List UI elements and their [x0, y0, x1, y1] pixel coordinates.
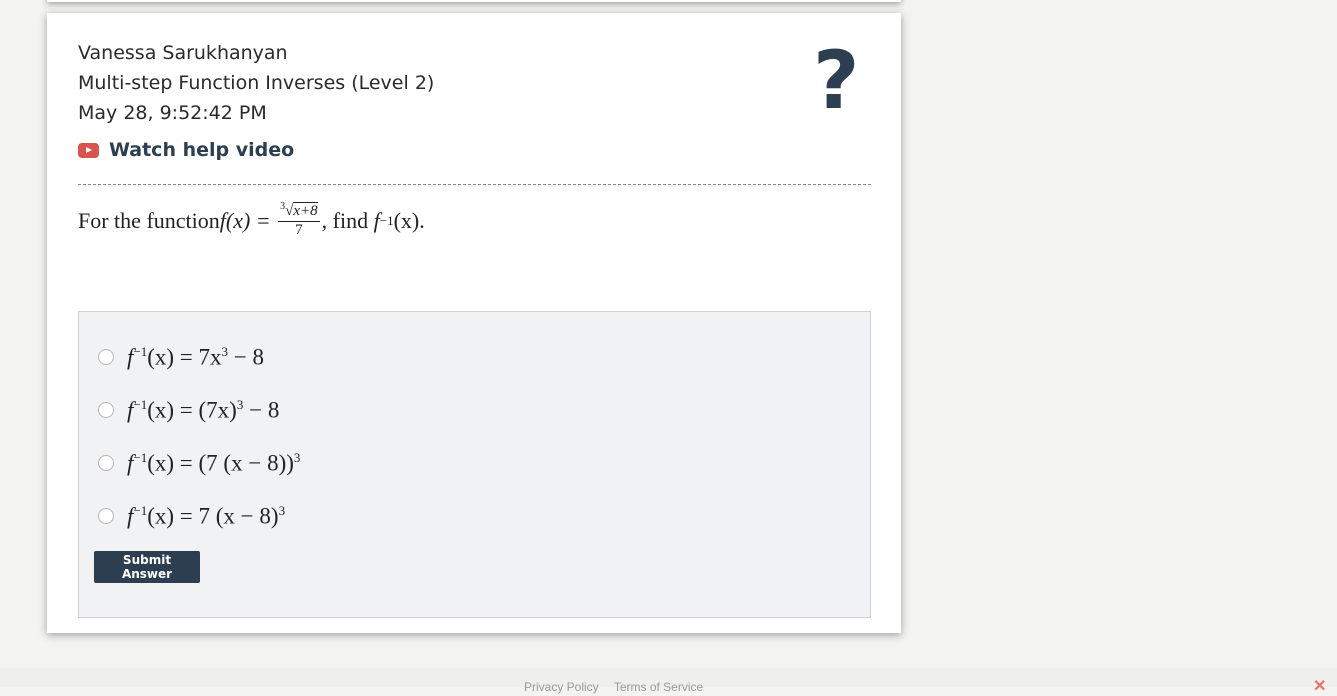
choice-label: f−1(x) = 7 (x − 8)3: [127, 503, 286, 529]
fraction-denominator: 7: [295, 222, 303, 238]
choice-label: f−1(x) = 7x3 − 8: [127, 344, 265, 370]
choice-label: f−1(x) = (7 (x − 8))3: [127, 450, 301, 476]
previous-card: [47, 0, 901, 2]
question-fraction: 3√x+8 7: [278, 201, 320, 238]
fraction-numerator: 3√x+8: [278, 201, 320, 222]
question-target-tail: (x).: [393, 207, 425, 233]
assignment-title: Multi-step Function Inverses (Level 2): [78, 72, 435, 94]
question-prefix: For the function: [78, 207, 220, 233]
question-text: For the function f(x) = 3√x+8 7 , find f…: [78, 201, 425, 238]
timestamp: May 28, 9:52:42 PM: [78, 102, 267, 124]
privacy-policy-link[interactable]: Privacy Policy: [524, 680, 599, 694]
submit-answer-button[interactable]: Submit Answer: [94, 551, 200, 583]
question-mid: , find: [321, 207, 374, 233]
radio-button[interactable]: [98, 455, 114, 472]
root-index: 3: [280, 201, 286, 212]
question-target-exp: −1: [379, 212, 394, 228]
watch-help-video-label: Watch help video: [109, 139, 295, 161]
watch-help-video-link[interactable]: Watch help video: [78, 139, 294, 161]
radicand: x+8: [293, 202, 318, 219]
student-name: Vanessa Sarukhanyan: [78, 42, 288, 64]
close-icon[interactable]: ✕: [1313, 676, 1326, 696]
choice-label: f−1(x) = (7x)3 − 8: [127, 397, 280, 423]
choice-4[interactable]: f−1(x) = 7 (x − 8)3: [98, 503, 285, 530]
radio-button[interactable]: [98, 402, 114, 419]
radio-button[interactable]: [98, 508, 114, 525]
problem-info: Vanessa Sarukhanyan Multi-step Function …: [78, 38, 434, 128]
terms-of-service-link[interactable]: Terms of Service: [614, 680, 703, 694]
question-lhs: f(x) =: [219, 207, 277, 233]
question-mark-icon[interactable]: ?: [813, 31, 859, 131]
dashed-divider: [78, 184, 871, 185]
radio-button[interactable]: [98, 349, 114, 366]
footer: Privacy Policy Terms of Service ✕: [0, 668, 1337, 695]
problem-card: Vanessa Sarukhanyan Multi-step Function …: [47, 13, 901, 633]
answer-choices-box: f−1(x) = 7x3 − 8 f−1(x) = (7x)3 − 8 f−1(…: [78, 311, 871, 618]
choice-2[interactable]: f−1(x) = (7x)3 − 8: [98, 397, 279, 424]
choice-1[interactable]: f−1(x) = 7x3 − 8: [98, 344, 264, 371]
footer-links: Privacy Policy Terms of Service: [524, 680, 715, 694]
choice-3[interactable]: f−1(x) = (7 (x − 8))3: [98, 450, 300, 477]
youtube-play-icon: [78, 142, 99, 158]
